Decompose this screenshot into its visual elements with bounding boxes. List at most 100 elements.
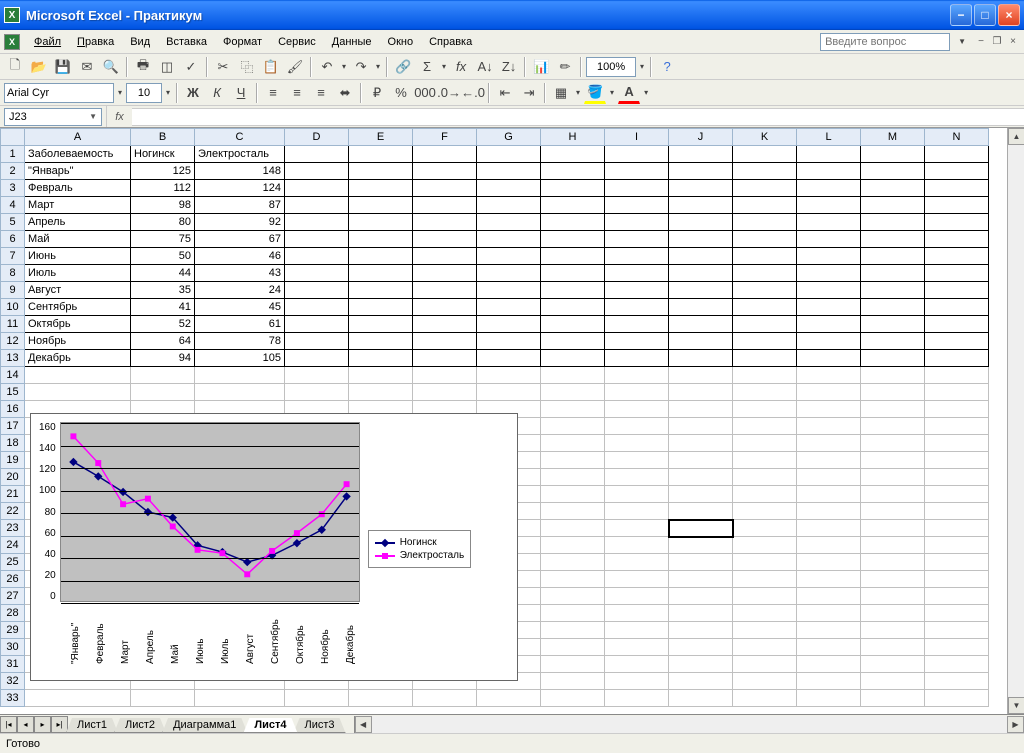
- cell-B33[interactable]: [131, 690, 195, 707]
- cell-J23[interactable]: [669, 520, 733, 537]
- cell-J21[interactable]: [669, 486, 733, 503]
- cell-H10[interactable]: [541, 299, 605, 316]
- undo-dropdown-icon[interactable]: ▾: [340, 62, 348, 71]
- cell-K9[interactable]: [733, 282, 797, 299]
- cell-E4[interactable]: [349, 197, 413, 214]
- cell-K27[interactable]: [733, 588, 797, 605]
- cell-A10[interactable]: Сентябрь: [25, 299, 131, 316]
- cell-C33[interactable]: [195, 690, 285, 707]
- menu-format[interactable]: Формат: [215, 33, 270, 51]
- row-header-13[interactable]: 13: [1, 350, 25, 367]
- cell-E10[interactable]: [349, 299, 413, 316]
- cell-D15[interactable]: [285, 384, 349, 401]
- cell-I27[interactable]: [605, 588, 669, 605]
- cell-N3[interactable]: [925, 180, 989, 197]
- cell-H8[interactable]: [541, 265, 605, 282]
- cell-D8[interactable]: [285, 265, 349, 282]
- cell-A7[interactable]: Июнь: [25, 248, 131, 265]
- cell-G5[interactable]: [477, 214, 541, 231]
- col-header-J[interactable]: J: [669, 129, 733, 146]
- cell-N8[interactable]: [925, 265, 989, 282]
- row-header-30[interactable]: 30: [1, 639, 25, 656]
- decrease-indent-icon[interactable]: ⇤: [494, 82, 516, 104]
- cell-N13[interactable]: [925, 350, 989, 367]
- paste-icon[interactable]: 📋: [260, 56, 282, 78]
- cell-K30[interactable]: [733, 639, 797, 656]
- cell-C1[interactable]: Электросталь: [195, 146, 285, 163]
- cell-J5[interactable]: [669, 214, 733, 231]
- cell-J6[interactable]: [669, 231, 733, 248]
- cell-K19[interactable]: [733, 452, 797, 469]
- col-header-L[interactable]: L: [797, 129, 861, 146]
- cell-J30[interactable]: [669, 639, 733, 656]
- cell-L10[interactable]: [797, 299, 861, 316]
- cell-F9[interactable]: [413, 282, 477, 299]
- cell-M25[interactable]: [861, 554, 925, 571]
- cell-L29[interactable]: [797, 622, 861, 639]
- cell-D4[interactable]: [285, 197, 349, 214]
- font-size-dropdown-icon[interactable]: ▾: [164, 88, 172, 97]
- col-header-G[interactable]: G: [477, 129, 541, 146]
- cell-H18[interactable]: [541, 435, 605, 452]
- increase-indent-icon[interactable]: ⇥: [518, 82, 540, 104]
- align-right-icon[interactable]: ≡: [310, 82, 332, 104]
- cell-J28[interactable]: [669, 605, 733, 622]
- cell-B11[interactable]: 52: [131, 316, 195, 333]
- cell-H23[interactable]: [541, 520, 605, 537]
- cell-J17[interactable]: [669, 418, 733, 435]
- mail-icon[interactable]: ✉: [76, 56, 98, 78]
- cell-N10[interactable]: [925, 299, 989, 316]
- autosum-dropdown-icon[interactable]: ▾: [440, 62, 448, 71]
- cell-E8[interactable]: [349, 265, 413, 282]
- cell-M8[interactable]: [861, 265, 925, 282]
- cell-K4[interactable]: [733, 197, 797, 214]
- cell-C13[interactable]: 105: [195, 350, 285, 367]
- cell-N21[interactable]: [925, 486, 989, 503]
- align-center-icon[interactable]: ≡: [286, 82, 308, 104]
- cell-H19[interactable]: [541, 452, 605, 469]
- scroll-right-icon[interactable]: ▶: [1007, 716, 1024, 733]
- cell-D33[interactable]: [285, 690, 349, 707]
- row-header-7[interactable]: 7: [1, 248, 25, 265]
- cell-G9[interactable]: [477, 282, 541, 299]
- row-header-11[interactable]: 11: [1, 316, 25, 333]
- cell-G15[interactable]: [477, 384, 541, 401]
- cell-N1[interactable]: [925, 146, 989, 163]
- cell-H17[interactable]: [541, 418, 605, 435]
- cell-N5[interactable]: [925, 214, 989, 231]
- cell-L14[interactable]: [797, 367, 861, 384]
- cell-F1[interactable]: [413, 146, 477, 163]
- cell-H29[interactable]: [541, 622, 605, 639]
- sheet-tab-Лист3[interactable]: Лист3: [294, 718, 346, 733]
- col-header-A[interactable]: A: [25, 129, 131, 146]
- spellcheck-icon[interactable]: ✓: [180, 56, 202, 78]
- cell-K1[interactable]: [733, 146, 797, 163]
- cell-G11[interactable]: [477, 316, 541, 333]
- row-header-10[interactable]: 10: [1, 299, 25, 316]
- col-header-M[interactable]: M: [861, 129, 925, 146]
- cell-D9[interactable]: [285, 282, 349, 299]
- menu-data[interactable]: Данные: [324, 33, 380, 51]
- scroll-up-icon[interactable]: ▲: [1008, 128, 1024, 145]
- fx-icon[interactable]: fx: [106, 106, 132, 127]
- cell-H11[interactable]: [541, 316, 605, 333]
- cell-N2[interactable]: [925, 163, 989, 180]
- cell-A9[interactable]: Август: [25, 282, 131, 299]
- row-header-19[interactable]: 19: [1, 452, 25, 469]
- cell-N12[interactable]: [925, 333, 989, 350]
- cell-G3[interactable]: [477, 180, 541, 197]
- cell-B13[interactable]: 94: [131, 350, 195, 367]
- cell-J15[interactable]: [669, 384, 733, 401]
- cell-M18[interactable]: [861, 435, 925, 452]
- cell-E12[interactable]: [349, 333, 413, 350]
- cell-N33[interactable]: [925, 690, 989, 707]
- cell-B7[interactable]: 50: [131, 248, 195, 265]
- cell-K12[interactable]: [733, 333, 797, 350]
- cell-I9[interactable]: [605, 282, 669, 299]
- cell-C15[interactable]: [195, 384, 285, 401]
- cell-K33[interactable]: [733, 690, 797, 707]
- align-left-icon[interactable]: ≡: [262, 82, 284, 104]
- cell-L1[interactable]: [797, 146, 861, 163]
- close-button[interactable]: ×: [998, 4, 1020, 26]
- cell-B4[interactable]: 98: [131, 197, 195, 214]
